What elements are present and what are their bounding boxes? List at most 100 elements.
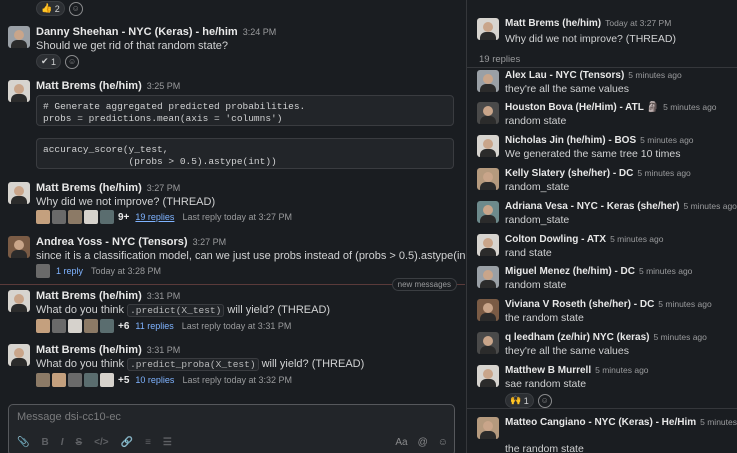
reaction-pill[interactable]: 🙌 1 (505, 393, 534, 408)
replies-link[interactable]: 19 replies (135, 212, 174, 222)
author-name[interactable]: q leedham (ze/hir) NYC (keras) (505, 332, 649, 343)
author-name[interactable]: Matt Brems (he/him) (36, 182, 142, 194)
attach-icon[interactable]: 📎 (17, 437, 29, 448)
italic-button[interactable]: I (61, 437, 64, 448)
message-author[interactable]: Matt Brems (he/him) 3:31 PM (36, 344, 180, 356)
author-name[interactable]: Nicholas Jin (he/him) - BOS (505, 135, 636, 146)
author-name[interactable]: Matt Brems (he/him) (36, 290, 142, 302)
message-author[interactable]: Matt Brems (he/him) Today at 3:27 PM (505, 18, 671, 29)
author-name[interactable]: Alex Lau - NYC (Tensors) (505, 70, 624, 81)
strike-button[interactable]: S (75, 437, 82, 448)
message-time[interactable]: 5 minutes ago (658, 299, 711, 309)
thread-replies-bar[interactable]: +5 10 replies Last reply today at 3:32 P… (36, 373, 292, 387)
message-author[interactable]: Colton Dowling - ATX 5 minutes ago (505, 234, 664, 245)
avatar[interactable] (8, 290, 30, 312)
message-author[interactable]: Adriana Vesa - NYC - Keras (she/her) 5 mi… (505, 201, 737, 212)
message-time[interactable]: 5 minutes ago (639, 266, 692, 276)
avatar[interactable] (477, 18, 499, 40)
replies-link[interactable]: 11 replies (135, 321, 173, 331)
message-time[interactable]: 5 minutes ago (610, 234, 663, 244)
message-author[interactable]: Alex Lau - NYC (Tensors) 5 minutes ago (505, 70, 682, 81)
message-author[interactable]: Miguel Menez (he/him) - DC 5 minutes ago (505, 266, 692, 277)
message-time[interactable]: Today at 3:27 PM (605, 18, 671, 28)
thumbs-up-reaction[interactable]: 👍 2 (36, 1, 65, 16)
avatar[interactable] (477, 234, 499, 256)
format-toggle-button[interactable]: Aa (395, 437, 407, 448)
avatar[interactable] (8, 182, 30, 204)
message-time[interactable]: 3:27 PM (147, 183, 181, 193)
message-author[interactable]: Nicholas Jin (he/him) - BOS 5 minutes ago (505, 135, 694, 146)
link-button[interactable]: 🔗 (121, 437, 133, 448)
message-time[interactable]: 3:31 PM (147, 345, 181, 355)
message-author[interactable]: Danny Sheehan - NYC (Keras) - he/him 3:24… (36, 26, 276, 38)
replies-link[interactable]: 10 replies (135, 375, 174, 385)
message-time[interactable]: 3:31 PM (147, 291, 181, 301)
avatar[interactable] (8, 236, 30, 258)
author-name[interactable]: Matt Brems (he/him) (36, 80, 142, 92)
avatar[interactable] (8, 26, 30, 48)
thread-replies-bar[interactable]: 1 reply Today at 3:28 PM (36, 264, 161, 278)
author-name[interactable]: Adriana Vesa - NYC - Keras (she/her) (505, 201, 680, 212)
message-author[interactable]: Andrea Yoss - NYC (Tensors) 3:27 PM (36, 236, 226, 248)
avatar[interactable] (477, 135, 499, 157)
mention-button[interactable]: @ (418, 437, 428, 448)
avatar[interactable] (8, 344, 30, 366)
message-author[interactable]: Matt Brems (he/him) 3:31 PM (36, 290, 180, 302)
bold-button[interactable]: B (41, 437, 48, 448)
message-time[interactable]: 5 minutes ago (663, 102, 716, 112)
add-reaction-icon[interactable]: ☺ (68, 1, 83, 16)
author-name[interactable]: Matt Brems (he/him) (36, 344, 142, 356)
avatar[interactable] (477, 266, 499, 288)
author-name[interactable]: Andrea Yoss - NYC (Tensors) (36, 236, 188, 248)
message-time[interactable]: 5 minutes ago (653, 332, 706, 342)
ordered-list-button[interactable]: ≡ (145, 437, 151, 448)
message-time[interactable]: 5 minutes ago (684, 201, 737, 211)
message-time[interactable]: 5 minutes ago (700, 417, 737, 427)
author-name[interactable]: Houston Bova (He/Him) - ATL (505, 102, 644, 113)
avatar[interactable] (477, 365, 499, 387)
author-name[interactable]: Kelly Slatery (she/her) - DC (505, 168, 633, 179)
author-name[interactable]: Colton Dowling - ATX (505, 234, 606, 245)
reaction-pill[interactable]: ✔ 1 (36, 54, 62, 69)
message-author[interactable]: Matt Brems (he/him) 3:25 PM (36, 80, 180, 92)
message-time[interactable]: 5 minutes ago (637, 168, 690, 178)
avatar[interactable] (477, 332, 499, 354)
message-author[interactable]: Houston Bova (He/Him) - ATL 🗿 5 minutes a… (505, 102, 717, 113)
message-author[interactable]: q leedham (ze/hir) NYC (keras) 5 minutes … (505, 332, 707, 343)
avatar[interactable] (477, 102, 499, 124)
author-name[interactable]: Matthew B Murrell (505, 365, 591, 376)
avatar[interactable] (477, 168, 499, 190)
bullet-list-button[interactable]: ☰ (163, 437, 172, 448)
avatar[interactable] (477, 201, 499, 223)
message-time[interactable]: 5 minutes ago (640, 135, 693, 145)
thread-replies-bar[interactable]: +6 11 replies Last reply today at 3:31 P… (36, 319, 291, 333)
avatar[interactable] (477, 299, 499, 321)
emoji-button[interactable]: ☺ (438, 437, 448, 448)
avatar[interactable] (477, 70, 499, 92)
add-reaction-icon[interactable]: ☺ (537, 393, 552, 408)
message-author[interactable]: Viviana V Roseth (she/her) - DC 5 minutes… (505, 299, 712, 310)
avatar[interactable] (477, 417, 499, 439)
author-name[interactable]: Danny Sheehan - NYC (Keras) - he/him (36, 26, 238, 38)
message-author[interactable]: Matt Brems (he/him) 3:27 PM (36, 182, 180, 194)
message-time[interactable]: 5 minutes ago (628, 70, 681, 80)
message-author[interactable]: Kelly Slatery (she/her) - DC 5 minutes ag… (505, 168, 691, 179)
avatar[interactable] (8, 80, 30, 102)
message-time[interactable]: 3:24 PM (243, 27, 277, 37)
replies-link[interactable]: 1 reply (56, 266, 83, 276)
code-button[interactable]: </> (94, 437, 108, 448)
message-author[interactable]: Matthew B Murrell 5 minutes ago (505, 365, 649, 376)
thread-replies-bar[interactable]: 9+ 19 replies Last reply today at 3:27 P… (36, 210, 292, 224)
message-time[interactable]: 5 minutes ago (595, 365, 648, 375)
add-reaction-icon[interactable]: ☺ (65, 54, 80, 69)
author-name[interactable]: Miguel Menez (he/him) - DC (505, 266, 635, 277)
author-name[interactable]: Matteo Cangiano - NYC (Keras) - He/Him (505, 417, 696, 428)
message-time[interactable]: 3:27 PM (193, 237, 227, 247)
author-name[interactable]: Matt Brems (he/him) (505, 18, 601, 29)
text-part: What do you think (36, 358, 128, 370)
message-input[interactable] (17, 411, 437, 423)
message-author[interactable]: Matteo Cangiano - NYC (Keras) - He/Him 5 … (505, 417, 737, 428)
message-time[interactable]: 3:25 PM (147, 81, 181, 91)
author-name[interactable]: Viviana V Roseth (she/her) - DC (505, 299, 654, 310)
message-composer: 📎 B I S </> 🔗 ≡ ☰ Aa @ ☺ (8, 404, 455, 453)
